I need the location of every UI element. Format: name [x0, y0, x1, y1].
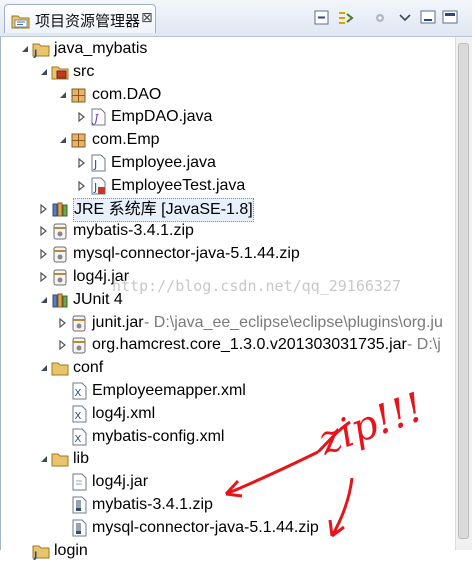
- annotation-overlay: zip!!!: [224, 384, 430, 538]
- annotation-text: zip!!!: [312, 384, 430, 464]
- svg-text:J: J: [33, 551, 37, 560]
- arrow-to-mybatis-zip: [225, 450, 319, 496]
